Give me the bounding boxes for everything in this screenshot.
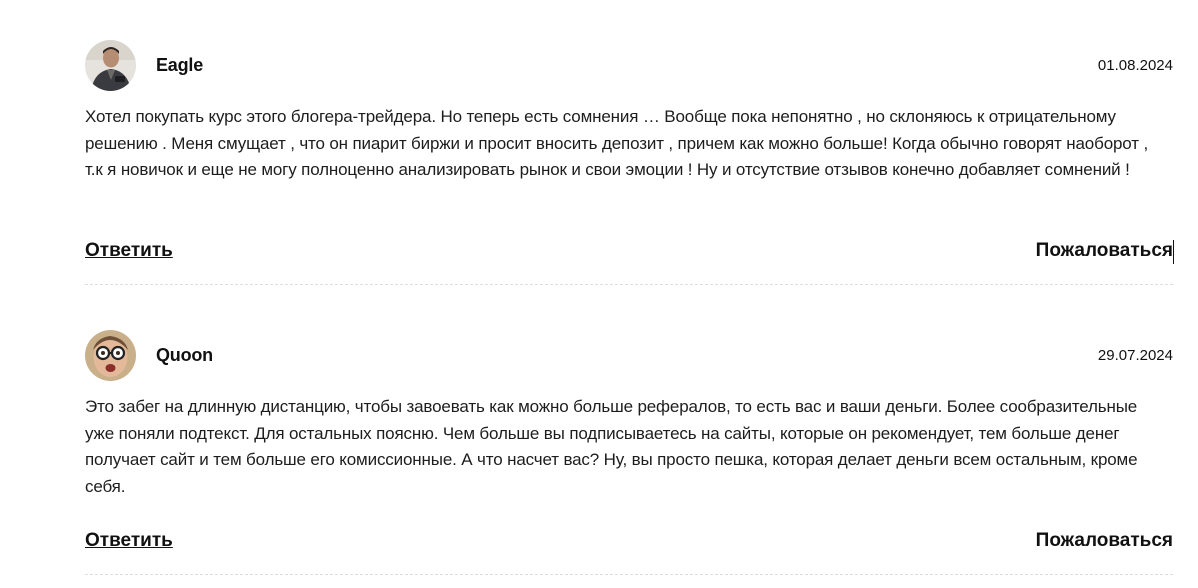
comment-author: Eagle xyxy=(156,55,204,75)
user-avatar-face-icon xyxy=(85,330,136,381)
comment-text: Хотел покупать курс этого блогера-трейде… xyxy=(85,107,1149,179)
report-label: Пожаловаться xyxy=(1035,240,1173,261)
comment-author: Quoon xyxy=(156,345,213,365)
comment-actions: Ответить Пожаловаться xyxy=(85,530,1173,560)
comment-header: Quoon 29.07.2024 xyxy=(85,330,1173,382)
report-link[interactable]: Пожаловаться xyxy=(1035,240,1174,264)
comment-actions: Ответить Пожаловаться xyxy=(85,240,1174,270)
comment-divider xyxy=(85,284,1173,285)
text-caret xyxy=(1173,240,1174,264)
comment-date: 01.08.2024 xyxy=(1097,57,1173,74)
comment-divider xyxy=(85,574,1173,575)
comment-item: Eagle 01.08.2024 Хотел покупать курс это… xyxy=(85,40,1174,285)
report-link[interactable]: Пожаловаться xyxy=(1036,530,1173,552)
user-avatar-man-icon xyxy=(85,40,136,91)
reply-link[interactable]: Ответить xyxy=(85,530,173,552)
comment-header: Eagle 01.08.2024 xyxy=(85,40,1173,92)
comments-list: Eagle 01.08.2024 Хотел покупать курс это… xyxy=(0,0,1198,588)
reply-link[interactable]: Ответить xyxy=(85,240,173,262)
comment-text: Это забег на длинную дистанцию, чтобы за… xyxy=(85,397,1138,496)
comment-date: 29.07.2024 xyxy=(1097,347,1173,364)
comment-item: Quoon 29.07.2024 Это забег на длинную ди… xyxy=(85,330,1173,575)
